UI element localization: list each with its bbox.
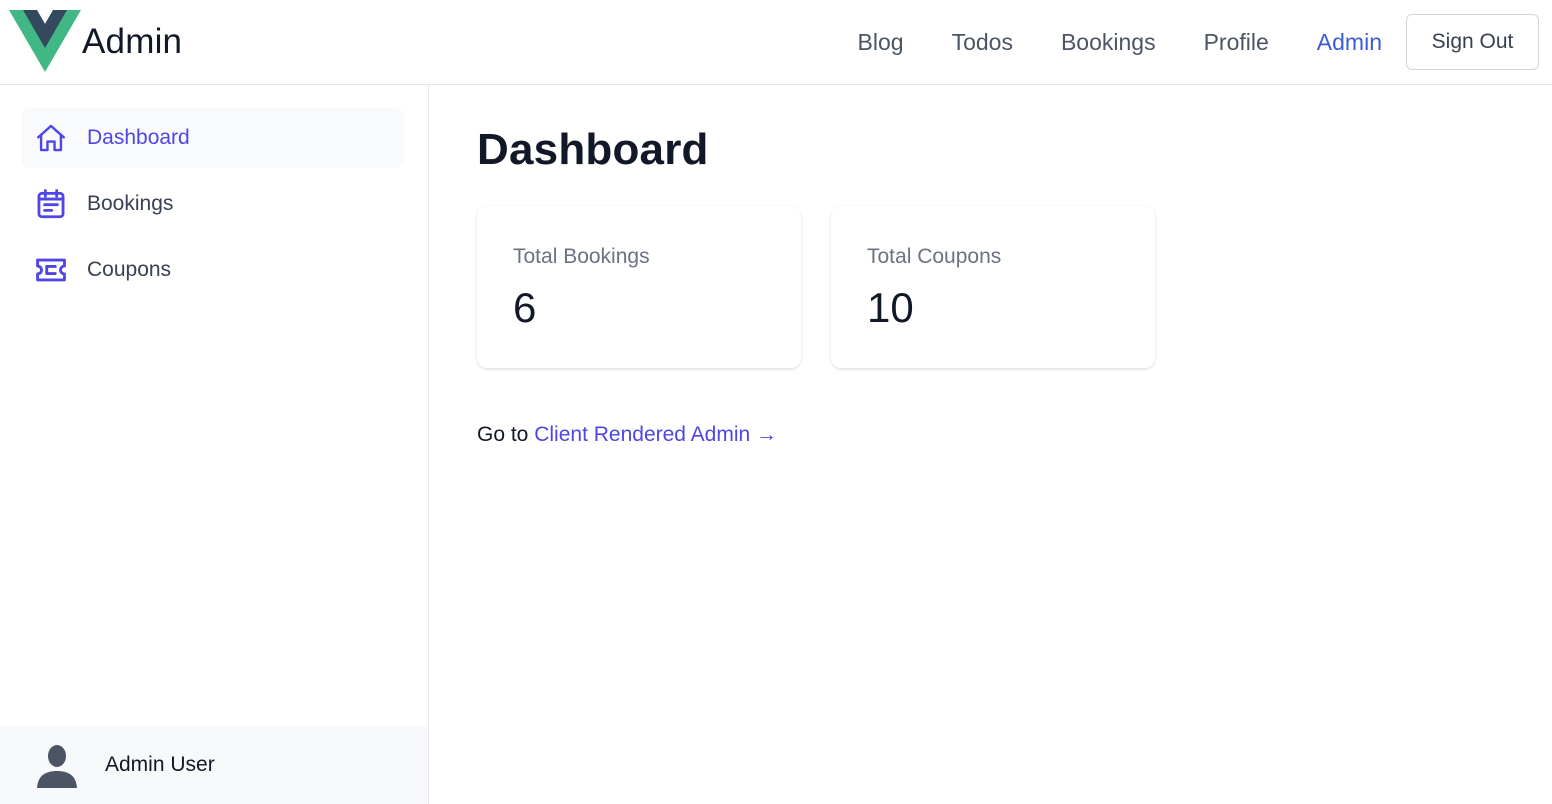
main-content: Dashboard Total Bookings 6 Total Coupons… bbox=[429, 85, 1552, 804]
user-avatar-icon bbox=[37, 745, 77, 788]
vue-logo-icon bbox=[9, 10, 81, 72]
stat-card-bookings: Total Bookings 6 bbox=[477, 206, 801, 368]
sidebar: Dashboard Bookings Coupons Admin User bbox=[0, 85, 429, 804]
calendar-icon bbox=[33, 186, 69, 222]
nav-link-admin[interactable]: Admin bbox=[1317, 29, 1382, 56]
brand[interactable]: Admin bbox=[9, 10, 182, 74]
sidebar-user[interactable]: Admin User bbox=[0, 726, 428, 804]
sidebar-item-bookings[interactable]: Bookings bbox=[21, 174, 404, 234]
goto-prefix: Go to bbox=[477, 423, 529, 446]
goto-line: Go to Client Rendered Admin → bbox=[477, 423, 777, 447]
stat-label: Total Bookings bbox=[513, 245, 650, 268]
sidebar-item-label: Bookings bbox=[87, 192, 174, 215]
home-icon bbox=[33, 120, 69, 156]
nav-link-todos[interactable]: Todos bbox=[952, 29, 1013, 56]
user-name: Admin User bbox=[105, 753, 215, 776]
stat-card-coupons: Total Coupons 10 bbox=[831, 206, 1155, 368]
nav-link-bookings[interactable]: Bookings bbox=[1061, 29, 1156, 56]
client-rendered-admin-link[interactable]: Client Rendered Admin → bbox=[534, 423, 777, 446]
nav-link-profile[interactable]: Profile bbox=[1204, 29, 1269, 56]
sidebar-item-dashboard[interactable]: Dashboard bbox=[21, 108, 404, 168]
stat-label: Total Coupons bbox=[867, 245, 1002, 268]
stat-value: 6 bbox=[513, 284, 537, 331]
top-header: Admin Blog Todos Bookings Profile Admin … bbox=[0, 0, 1552, 85]
top-nav: Blog Todos Bookings Profile Admin Sign O… bbox=[858, 14, 1539, 70]
brand-title: Admin bbox=[82, 22, 183, 61]
ticket-icon bbox=[33, 252, 69, 288]
stat-value: 10 bbox=[867, 284, 914, 331]
sidebar-item-label: Coupons bbox=[87, 258, 172, 281]
sidebar-item-label: Dashboard bbox=[87, 126, 190, 149]
sidebar-item-coupons[interactable]: Coupons bbox=[21, 240, 404, 300]
sign-out-button[interactable]: Sign Out bbox=[1406, 14, 1539, 70]
nav-link-blog[interactable]: Blog bbox=[858, 29, 904, 56]
page-title: Dashboard bbox=[477, 125, 709, 174]
